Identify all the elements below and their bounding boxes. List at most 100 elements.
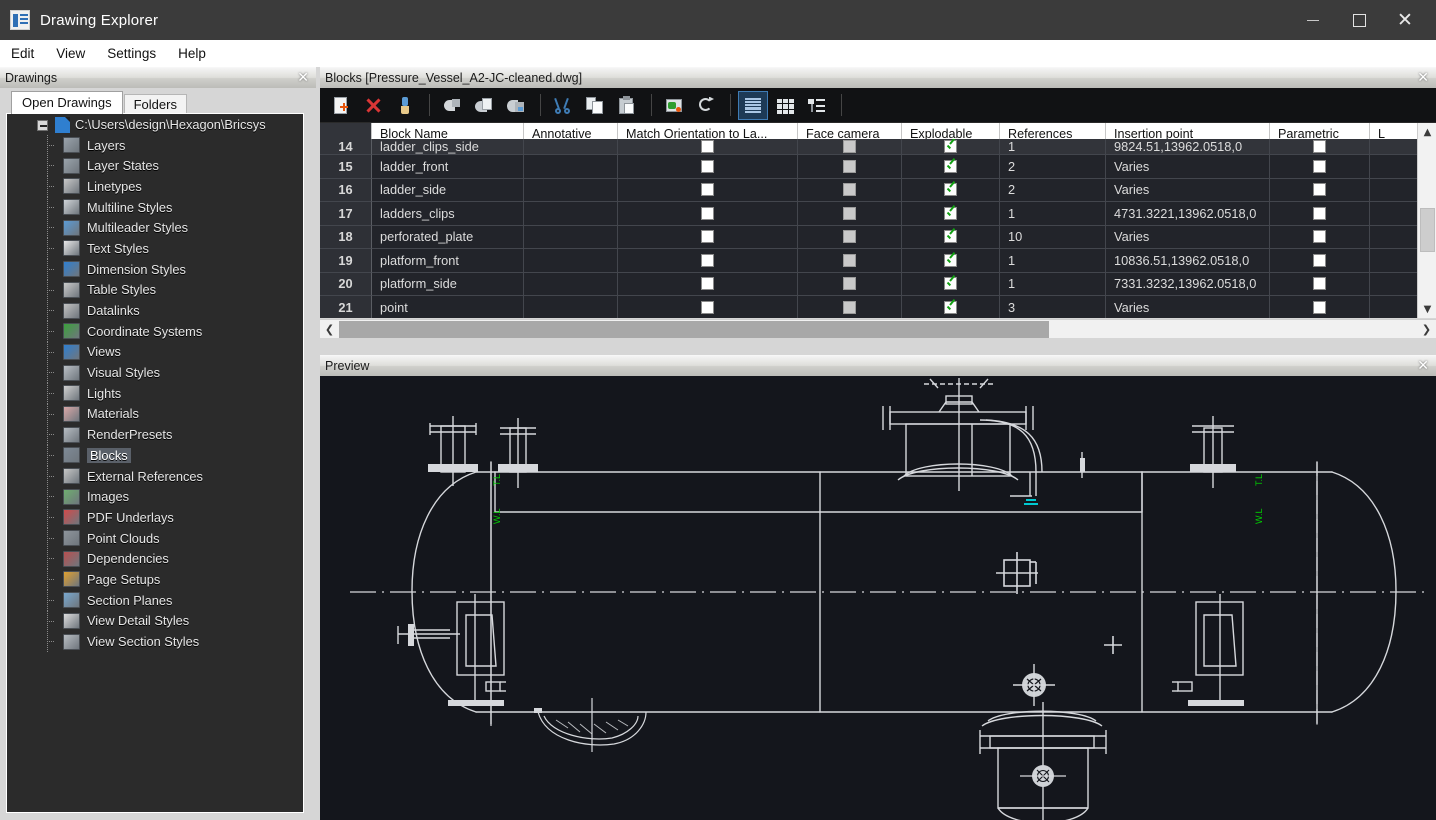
collapse-icon[interactable]: [37, 120, 48, 131]
new-block-button[interactable]: [326, 91, 356, 120]
checkbox[interactable]: [701, 140, 714, 153]
blocks-panel-close-icon[interactable]: ✕: [1417, 70, 1429, 86]
sidebar-item-multiline-styles[interactable]: Multiline Styles: [7, 197, 303, 218]
tree-root-node[interactable]: C:\Users\design\Hexagon\Bricsys: [7, 114, 303, 135]
drawings-panel-close-icon[interactable]: ✕: [297, 70, 309, 86]
checkbox[interactable]: [1313, 207, 1326, 220]
checkbox[interactable]: [843, 254, 856, 267]
checkbox[interactable]: [843, 183, 856, 196]
sidebar-item-images[interactable]: Images: [7, 486, 303, 507]
sidebar-item-text-styles[interactable]: Text Styles: [7, 238, 303, 259]
checkbox[interactable]: [944, 160, 957, 173]
grid-horizontal-scrollbar[interactable]: ❮ ❯: [320, 319, 1436, 338]
sidebar-item-lights[interactable]: Lights: [7, 383, 303, 404]
checkbox[interactable]: [944, 230, 957, 243]
checkbox[interactable]: [1313, 230, 1326, 243]
grid-vertical-scrollbar[interactable]: ▲ ▼: [1417, 123, 1436, 318]
checkbox[interactable]: [701, 207, 714, 220]
sidebar-item-renderpresets[interactable]: RenderPresets: [7, 424, 303, 445]
sidebar-item-multileader-styles[interactable]: Multileader Styles: [7, 217, 303, 238]
sidebar-item-dimension-styles[interactable]: Dimension Styles: [7, 259, 303, 280]
checkbox[interactable]: [701, 160, 714, 173]
cut-button[interactable]: [548, 91, 578, 120]
menu-item-help[interactable]: Help: [167, 43, 217, 64]
table-row[interactable]: 21point3Varies: [320, 296, 1436, 318]
checkbox[interactable]: [843, 301, 856, 314]
tree-view-button[interactable]: [802, 91, 832, 120]
copy-button[interactable]: [580, 91, 610, 120]
checkbox[interactable]: [944, 277, 957, 290]
checkbox[interactable]: [1313, 160, 1326, 173]
icons-view-button[interactable]: [770, 91, 800, 120]
checkbox[interactable]: [1313, 183, 1326, 196]
sidebar-item-page-setups[interactable]: Page Setups: [7, 569, 303, 590]
sidebar-item-table-styles[interactable]: Table Styles: [7, 280, 303, 301]
menu-item-edit[interactable]: Edit: [0, 43, 45, 64]
minimize-button[interactable]: [1290, 0, 1336, 40]
sidebar-item-external-references[interactable]: External References: [7, 466, 303, 487]
scroll-down-arrow-icon[interactable]: ▼: [1418, 300, 1436, 318]
maximize-button[interactable]: [1336, 0, 1382, 40]
checkbox[interactable]: [701, 301, 714, 314]
purge-block-button[interactable]: [390, 91, 420, 120]
checkbox[interactable]: [944, 140, 957, 153]
checkbox[interactable]: [843, 207, 856, 220]
table-row[interactable]: 14ladder_clips_side19824.51,13962.0518,0: [320, 139, 1436, 155]
sidebar-item-layer-states[interactable]: Layer States: [7, 155, 303, 176]
checkbox[interactable]: [843, 140, 856, 153]
checkbox[interactable]: [843, 160, 856, 173]
sidebar-item-view-detail-styles[interactable]: View Detail Styles: [7, 611, 303, 632]
checkbox[interactable]: [944, 254, 957, 267]
export-block-button[interactable]: [659, 91, 689, 120]
sidebar-item-views[interactable]: Views: [7, 342, 303, 363]
menu-item-settings[interactable]: Settings: [96, 43, 167, 64]
table-row[interactable]: 16ladder_side2Varies: [320, 179, 1436, 203]
drawings-tree[interactable]: C:\Users\design\Hexagon\Bricsys LayersLa…: [6, 113, 304, 813]
paste-button[interactable]: [612, 91, 642, 120]
table-row[interactable]: 20platform_side17331.3232,13962.0518,0: [320, 273, 1436, 297]
sidebar-item-blocks[interactable]: Blocks: [7, 445, 303, 466]
scroll-left-arrow-icon[interactable]: ❮: [320, 320, 339, 338]
delete-block-button[interactable]: [358, 91, 388, 120]
checkbox[interactable]: [701, 254, 714, 267]
sidebar-item-materials[interactable]: Materials: [7, 404, 303, 425]
preview-panel-close-icon[interactable]: ✕: [1417, 358, 1429, 374]
open-block-button[interactable]: [469, 91, 499, 120]
tab-open-drawings[interactable]: Open Drawings: [11, 91, 123, 114]
preview-drawing-canvas[interactable]: T.L W.L T.L W.L: [320, 376, 1436, 820]
sidebar-item-coordinate-systems[interactable]: Coordinate Systems: [7, 321, 303, 342]
sidebar-item-pdf-underlays[interactable]: PDF Underlays: [7, 507, 303, 528]
close-button[interactable]: ✕: [1382, 0, 1428, 40]
horizontal-scroll-thumb[interactable]: [339, 321, 1049, 338]
table-row[interactable]: 17ladders_clips14731.3221,13962.0518,0: [320, 202, 1436, 226]
scroll-up-arrow-icon[interactable]: ▲: [1418, 123, 1436, 141]
table-row[interactable]: 19platform_front110836.51,13962.0518,0: [320, 249, 1436, 273]
checkbox[interactable]: [701, 183, 714, 196]
save-block-button[interactable]: [501, 91, 531, 120]
blocks-grid-body[interactable]: 14ladder_clips_side19824.51,13962.0518,0…: [320, 139, 1436, 318]
tab-folders[interactable]: Folders: [124, 94, 187, 115]
sidebar-item-datalinks[interactable]: Datalinks: [7, 300, 303, 321]
sidebar-item-dependencies[interactable]: Dependencies: [7, 548, 303, 569]
checkbox[interactable]: [1313, 140, 1326, 153]
vertical-scroll-thumb[interactable]: [1420, 208, 1435, 252]
details-view-button[interactable]: [738, 91, 768, 120]
blocks-grid[interactable]: Block NameAnnotativeMatch Orientation to…: [320, 123, 1436, 318]
sidebar-item-layers[interactable]: Layers: [7, 135, 303, 156]
menu-item-view[interactable]: View: [45, 43, 96, 64]
refresh-button[interactable]: [691, 91, 721, 120]
table-row[interactable]: 15ladder_front2Varies: [320, 155, 1436, 179]
checkbox[interactable]: [843, 230, 856, 243]
checkbox[interactable]: [701, 230, 714, 243]
insert-block-button[interactable]: [437, 91, 467, 120]
sidebar-item-point-clouds[interactable]: Point Clouds: [7, 528, 303, 549]
table-row[interactable]: 18perforated_plate10Varies: [320, 226, 1436, 250]
sidebar-item-view-section-styles[interactable]: View Section Styles: [7, 631, 303, 652]
checkbox[interactable]: [843, 277, 856, 290]
checkbox[interactable]: [701, 277, 714, 290]
checkbox[interactable]: [944, 207, 957, 220]
checkbox[interactable]: [944, 301, 957, 314]
checkbox[interactable]: [1313, 277, 1326, 290]
sidebar-item-visual-styles[interactable]: Visual Styles: [7, 362, 303, 383]
sidebar-item-linetypes[interactable]: Linetypes: [7, 176, 303, 197]
